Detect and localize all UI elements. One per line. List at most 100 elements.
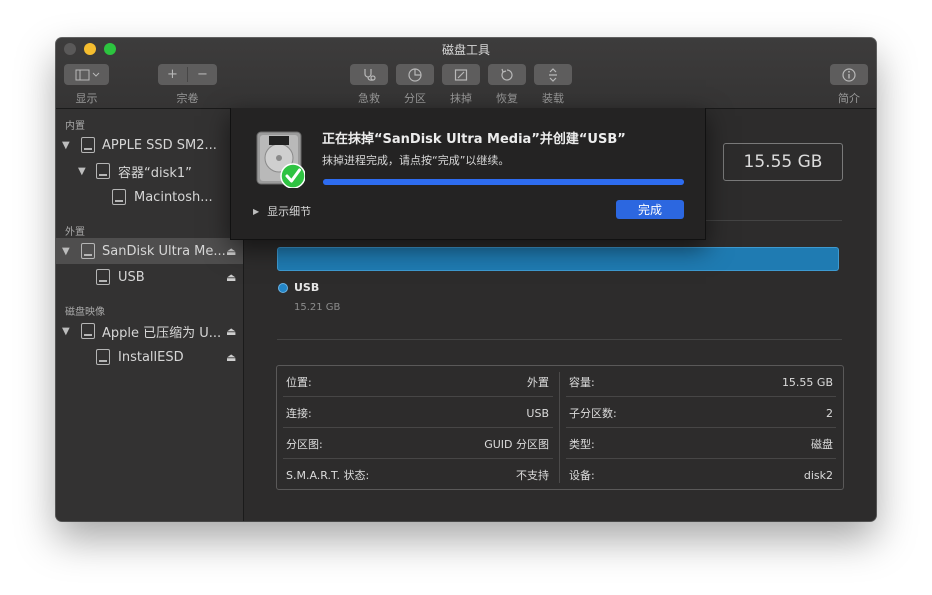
eject-icon[interactable]: ⏏ [226, 245, 236, 258]
partition-label: 分区 [404, 92, 426, 105]
info-key: 类型: [569, 438, 595, 451]
mount-icon [549, 67, 557, 82]
disk-image-icon [81, 323, 95, 339]
info-row-child-count: 子分区数: 2 [560, 398, 843, 428]
done-button[interactable]: 完成 [616, 200, 684, 219]
partition-size: 15.21 GB [294, 302, 341, 313]
sidebar-item-label: USB [118, 269, 145, 285]
info-value: 不支持 [516, 469, 549, 482]
eject-icon[interactable]: ⏏ [226, 271, 236, 284]
info-label: 简介 [838, 92, 860, 105]
window-title: 磁盘工具 [441, 43, 490, 57]
info-key: 容量: [569, 376, 595, 389]
volume-icon [112, 189, 126, 205]
mount-label: 装载 [542, 92, 564, 105]
info-table: 位置: 外置 连接: USB 分区图: GUID 分区图 S.M.A.R.T. … [276, 365, 844, 490]
restore-icon [501, 68, 513, 81]
info-key: 位置: [286, 376, 312, 389]
disclosure-triangle-icon[interactable]: ▼ [62, 246, 70, 257]
toolbar: 磁盘工具 显示 + − 宗卷 急救 分区 抹掉 恢复 装载 简介 [56, 38, 876, 109]
sidebar-item-usb[interactable]: USB ⏏ [56, 264, 243, 290]
volume-label: 宗卷 [176, 92, 199, 105]
stethoscope-icon [364, 68, 376, 81]
sidebar: 内置 ▼ APPLE SSD SM2... ▼ 容器“disk1” Macint… [56, 109, 244, 521]
sidebar-item-installesd[interactable]: InstallESD ⏏ [56, 344, 243, 370]
partition-name: USB [294, 281, 320, 294]
info-key: 分区图: [286, 438, 323, 451]
sheet-title: 正在抹掉“SanDisk Ultra Media”并创建“USB” [322, 132, 626, 147]
container-icon [96, 163, 110, 179]
first-aid-button[interactable] [350, 64, 388, 85]
sidebar-item-label: APPLE SSD SM2... [102, 137, 217, 153]
info-value: USB [526, 406, 549, 420]
info-icon [842, 67, 856, 82]
erase-icon [454, 68, 468, 81]
partition-button[interactable] [396, 64, 434, 85]
view-button[interactable] [64, 64, 109, 85]
section-internal: 内置 [65, 121, 85, 132]
external-drive-icon [81, 243, 95, 259]
erase-button[interactable] [442, 64, 480, 85]
info-row-partition-map: 分区图: GUID 分区图 [277, 429, 559, 459]
info-row-type: 类型: 磁盘 [560, 429, 843, 459]
section-disk-images: 磁盘映像 [65, 307, 105, 318]
info-value: GUID 分区图 [484, 438, 549, 451]
info-key: 连接: [286, 407, 312, 420]
sidebar-item-apple-image[interactable]: ▼ Apple 已压缩为 U... ⏏ [56, 318, 243, 344]
info-value: 15.55 GB [781, 375, 833, 389]
info-value: 外置 [527, 376, 549, 389]
sidebar-item-label: Macintosh... [134, 189, 213, 205]
info-row-connection: 连接: USB [277, 398, 559, 428]
erase-label: 抹掉 [450, 92, 472, 105]
info-key: 子分区数: [569, 407, 617, 420]
section-external: 外置 [65, 227, 85, 238]
info-value: 2 [826, 406, 833, 420]
hard-drive-icon [81, 137, 95, 153]
disclosure-triangle-icon[interactable]: ▼ [62, 326, 70, 337]
disclosure-triangle-icon[interactable]: ▼ [78, 166, 86, 177]
sidebar-item-macintosh-hd[interactable]: Macintosh... [56, 184, 243, 210]
hard-drive-success-icon [256, 131, 305, 188]
info-value: disk2 [803, 468, 833, 482]
pie-icon [408, 67, 422, 82]
eject-icon[interactable]: ⏏ [226, 351, 236, 364]
volume-button-group: + − [158, 64, 217, 85]
sidebar-item-container-disk1[interactable]: ▼ 容器“disk1” [56, 158, 243, 184]
add-volume-button[interactable]: + [158, 67, 188, 82]
volume-icon [96, 349, 110, 365]
info-key: S.M.A.R.T. 状态: [286, 469, 370, 482]
erase-progress-sheet: 正在抹掉“SanDisk Ultra Media”并创建“USB” 抹掉进程完成… [230, 108, 706, 240]
sidebar-item-label: 容器“disk1” [118, 165, 192, 181]
disclosure-triangle-icon[interactable]: ▼ [62, 140, 70, 151]
divider [277, 339, 842, 340]
mount-button[interactable] [534, 64, 572, 85]
sidebar-item-sandisk[interactable]: ▼ SanDisk Ultra Me... ⏏ [56, 238, 243, 264]
sidebar-view-icon [75, 69, 99, 80]
info-button[interactable] [830, 64, 868, 85]
sheet-status: 抹掉进程完成，请点按“完成”以继续。 [322, 154, 510, 167]
capacity-display: 15.55 GB [723, 143, 843, 181]
progress-bar [323, 179, 684, 185]
restore-label: 恢复 [496, 92, 518, 105]
info-row-device: 设备: disk2 [560, 460, 843, 490]
progress-fill [323, 179, 684, 185]
first-aid-label: 急救 [358, 92, 380, 105]
partition-bar [277, 247, 839, 271]
show-details-toggle[interactable]: ▶ 显示细节 [253, 203, 311, 219]
sidebar-item-label: Apple 已压缩为 U... [102, 325, 222, 341]
sidebar-item-label: InstallESD [118, 349, 184, 365]
remove-volume-button[interactable]: − [188, 67, 217, 82]
view-label: 显示 [75, 92, 98, 105]
sidebar-item-apple-ssd[interactable]: ▼ APPLE SSD SM2... [56, 132, 243, 158]
info-key: 设备: [569, 469, 595, 482]
partition-color-swatch [278, 283, 288, 293]
restore-button[interactable] [488, 64, 526, 85]
disclosure-triangle-icon[interactable]: ▶ [253, 207, 259, 216]
eject-icon[interactable]: ⏏ [226, 325, 236, 338]
info-row-smart-status: S.M.A.R.T. 状态: 不支持 [277, 460, 559, 490]
volume-icon [96, 269, 110, 285]
info-value: 磁盘 [811, 438, 833, 451]
info-row-capacity: 容量: 15.55 GB [560, 367, 843, 397]
show-details-label: 显示细节 [267, 205, 312, 218]
info-row-location: 位置: 外置 [277, 367, 559, 397]
